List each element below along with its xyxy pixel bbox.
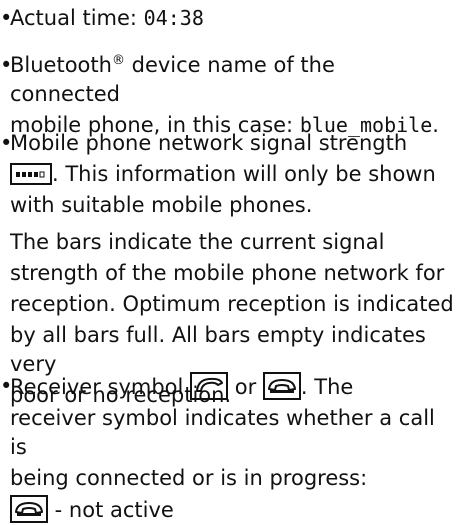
signal-line-2: . This information will only be shown (10, 160, 450, 189)
list-item-signal: • Mobile phone network signal strength .… (0, 129, 450, 220)
list-item-time: • Actual time: 04:38 (0, 4, 450, 33)
bullet: • (0, 131, 13, 155)
time-line: Actual time: 04:38 (10, 6, 204, 30)
receiver-line-3: being connected or is in progress: (10, 466, 368, 490)
bullet: • (0, 53, 13, 77)
signal-line-1: Mobile phone network signal strength (10, 131, 408, 155)
list-item-device-name: • Bluetooth® device name of the connecte… (0, 51, 450, 140)
receiver-lifted-icon (190, 372, 229, 400)
signal-strength-icon (10, 163, 52, 185)
list-item-receiver: • Receiver symbol or . The receiver symb… (0, 372, 450, 525)
receiver-down-icon (262, 372, 301, 400)
receiver-down-icon (10, 495, 48, 523)
document-page: • Actual time: 04:38 • Bluetooth® device… (0, 0, 458, 523)
signal-line-3: with suitable mobile phones. (10, 193, 313, 217)
receiver-line-4: - not active (10, 495, 450, 525)
time-value: 04:38 (143, 6, 204, 30)
device-line-1: Bluetooth® device name of the connected (10, 53, 335, 106)
bullet: • (0, 374, 13, 398)
bullet: • (0, 6, 13, 30)
receiver-line-1: Receiver symbol or . The (10, 372, 450, 402)
receiver-line-2: receiver symbol indicates whether a call… (10, 406, 435, 459)
